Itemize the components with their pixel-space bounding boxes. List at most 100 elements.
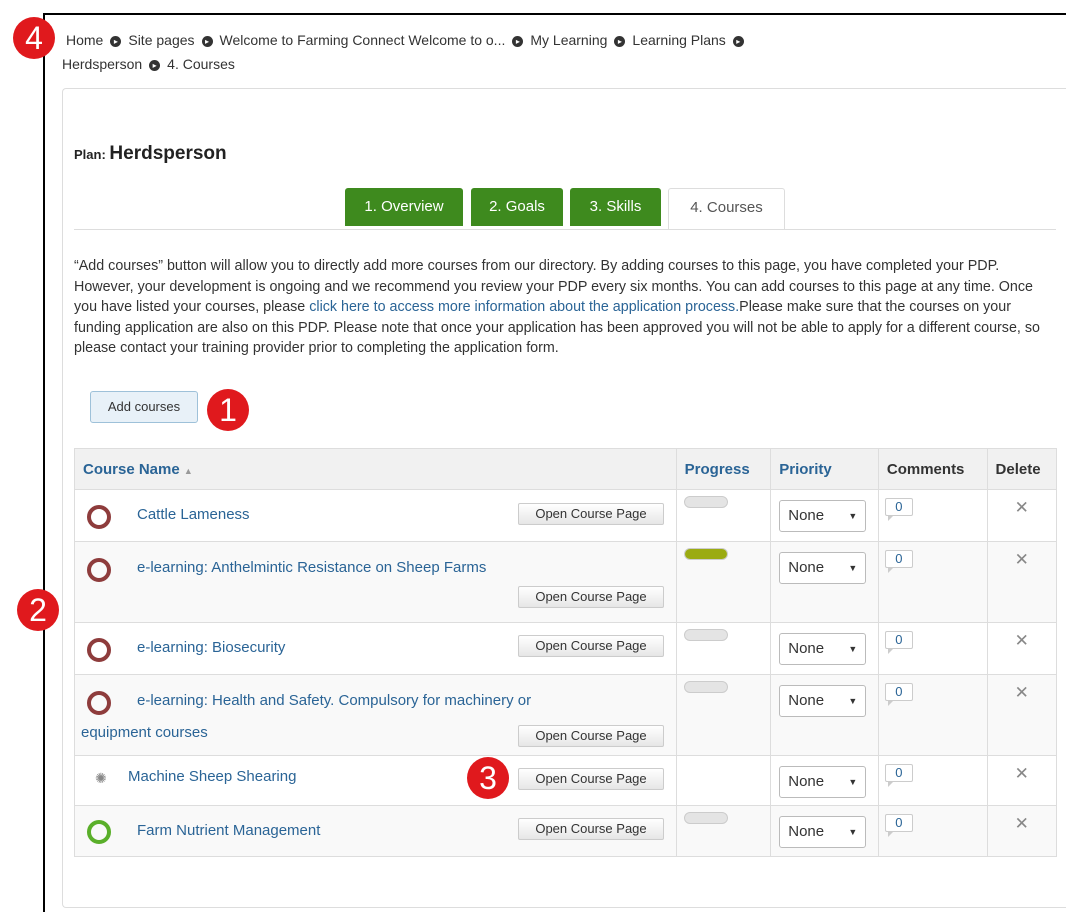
priority-cell: None ▼ <box>770 622 879 675</box>
comment-count-bubble[interactable]: 0 <box>884 764 913 787</box>
priority-value: None <box>788 559 825 576</box>
priority-value: None <box>788 640 825 657</box>
application-info-link[interactable]: click here to access more information ab… <box>309 299 739 315</box>
comment-count-bubble[interactable]: 0 <box>884 631 913 654</box>
course-name-link[interactable]: e-learning: Biosecurity <box>137 639 285 656</box>
column-header-course[interactable]: Course Name ▲ <box>74 448 677 490</box>
sort-ascending-icon: ▲ <box>183 465 193 476</box>
plan-name: Herdsperson <box>109 143 227 164</box>
column-header-progress[interactable]: Progress <box>675 448 772 490</box>
progress-cell <box>675 489 772 542</box>
course-status-ring-red-icon <box>87 558 111 582</box>
priority-select[interactable]: None ▼ <box>779 816 867 848</box>
tab-divider <box>74 229 1056 230</box>
course-status-ring-green-icon <box>87 820 111 844</box>
priority-cell: None ▼ <box>770 755 879 806</box>
open-course-page-button[interactable]: Open Course Page <box>518 635 664 657</box>
course-name-link[interactable]: Farm Nutrient Management <box>137 822 320 839</box>
course-cell: e-learning: Biosecurity Open Course Page <box>74 622 677 675</box>
courses-table: Course Name ▲ Progress Priority Comments… <box>74 448 1058 857</box>
delete-icon[interactable]: ✕ <box>988 814 1056 834</box>
priority-select[interactable]: None ▼ <box>779 633 867 665</box>
comment-count-bubble[interactable]: 0 <box>884 683 913 706</box>
progress-bar <box>683 548 728 560</box>
comments-cell: 0 <box>877 541 988 623</box>
course-name-link-continued[interactable]: equipment courses <box>81 724 208 741</box>
delete-icon[interactable]: ✕ <box>988 550 1056 570</box>
open-course-page-button[interactable]: Open Course Page <box>518 586 664 608</box>
tab-goals[interactable]: 2. Goals <box>471 188 563 226</box>
progress-cell <box>675 674 772 756</box>
comments-cell: 0 <box>877 755 988 806</box>
annotation-marker-4: 4 <box>13 17 55 59</box>
open-course-page-button[interactable]: Open Course Page <box>518 725 664 747</box>
course-name-link[interactable]: e-learning: Anthelmintic Resistance on S… <box>137 559 486 576</box>
progress-cell <box>675 541 772 623</box>
course-status-ring-red-icon <box>87 505 111 529</box>
tab-overview[interactable]: 1. Overview <box>345 188 463 226</box>
column-header-comments: Comments <box>877 448 988 490</box>
chevron-down-icon: ▼ <box>848 644 858 654</box>
breadcrumb-home[interactable]: Home <box>66 32 103 48</box>
priority-cell: None ▼ <box>770 489 879 542</box>
delete-icon[interactable]: ✕ <box>988 683 1056 703</box>
delete-icon[interactable]: ✕ <box>988 764 1056 784</box>
chevron-circle-right-icon: ▸ <box>201 36 213 47</box>
priority-select[interactable]: None ▼ <box>779 685 867 717</box>
column-header-priority[interactable]: Priority <box>770 448 879 490</box>
breadcrumb-site-pages[interactable]: Site pages <box>128 32 194 48</box>
course-name-link[interactable]: e-learning: Health and Safety. Compulsor… <box>137 692 531 709</box>
breadcrumb-learning-plans[interactable]: Learning Plans <box>632 32 725 48</box>
priority-value: None <box>788 507 825 524</box>
plan-label: Plan: <box>74 147 106 162</box>
course-cell: ✺ Machine Sheep Shearing Open Course Pag… <box>74 755 677 806</box>
breadcrumb-herdsperson[interactable]: Herdsperson <box>62 56 142 72</box>
chevron-circle-right-icon: ▸ <box>512 36 524 47</box>
priority-cell: None ▼ <box>770 805 879 857</box>
progress-bar <box>683 681 728 693</box>
progress-fill <box>684 549 727 559</box>
add-courses-button[interactable]: Add courses <box>90 391 198 423</box>
delete-cell: ✕ <box>986 489 1058 542</box>
chevron-down-icon: ▼ <box>848 563 858 573</box>
delete-icon[interactable]: ✕ <box>988 631 1056 651</box>
tab-skills[interactable]: 3. Skills <box>570 188 661 226</box>
priority-select[interactable]: None ▼ <box>779 766 867 798</box>
table-row: e-learning: Anthelmintic Resistance on S… <box>74 541 1058 623</box>
frame-top-border <box>43 13 1066 15</box>
priority-select[interactable]: None ▼ <box>779 500 867 532</box>
course-cell: e-learning: Anthelmintic Resistance on S… <box>74 541 677 623</box>
priority-value: None <box>788 823 825 840</box>
open-course-page-button[interactable]: Open Course Page <box>518 503 664 525</box>
course-name-link[interactable]: Machine Sheep Shearing <box>128 768 296 785</box>
open-course-page-button[interactable]: Open Course Page <box>518 768 664 790</box>
progress-bar <box>683 812 728 824</box>
breadcrumb-welcome[interactable]: Welcome to Farming Connect Welcome to o.… <box>220 32 506 48</box>
priority-value: None <box>788 773 825 790</box>
open-course-page-button[interactable]: Open Course Page <box>518 818 664 840</box>
intro-text: “Add courses” button will allow you to d… <box>74 256 1059 359</box>
priority-value: None <box>788 692 825 709</box>
comment-count-bubble[interactable]: 0 <box>884 498 913 521</box>
breadcrumb: Home ▸ Site pages ▸ Welcome to Farming Conne… <box>62 28 1056 72</box>
chevron-down-icon: ▼ <box>848 827 858 837</box>
delete-icon[interactable]: ✕ <box>988 498 1056 518</box>
annotation-marker-3: 3 <box>467 757 509 799</box>
course-status-loading-icon: ✺ <box>95 770 107 786</box>
progress-cell <box>675 805 772 857</box>
chevron-down-icon: ▼ <box>848 511 858 521</box>
course-name-link[interactable]: Cattle Lameness <box>137 506 250 523</box>
comment-count-bubble[interactable]: 0 <box>884 814 913 837</box>
tab-courses[interactable]: 4. Courses <box>668 188 785 230</box>
course-status-ring-red-icon <box>87 691 111 715</box>
priority-select[interactable]: None ▼ <box>779 552 867 584</box>
delete-cell: ✕ <box>986 755 1058 806</box>
comments-cell: 0 <box>877 674 988 756</box>
annotation-marker-2: 2 <box>17 589 59 631</box>
comments-cell: 0 <box>877 489 988 542</box>
course-cell: e-learning: Health and Safety. Compulsor… <box>74 674 677 756</box>
breadcrumb-my-learning[interactable]: My Learning <box>530 32 607 48</box>
column-header-delete: Delete <box>986 448 1058 490</box>
progress-bar <box>683 629 728 641</box>
comment-count-bubble[interactable]: 0 <box>884 550 913 573</box>
